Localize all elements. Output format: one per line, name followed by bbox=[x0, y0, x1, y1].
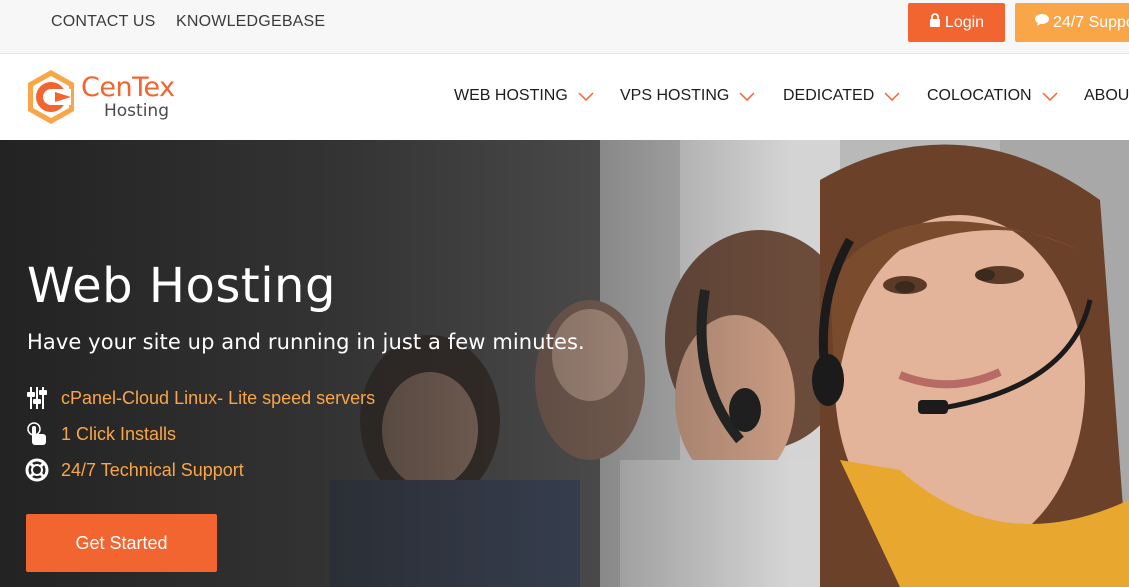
nav-label: ABOUT bbox=[1084, 87, 1129, 104]
hero-subtitle: Have your site up and running in just a … bbox=[27, 330, 585, 354]
feature-list: cPanel-Cloud Linux- Lite speed servers 1… bbox=[24, 380, 375, 488]
nav-label: VPS HOSTING bbox=[620, 87, 730, 104]
logo[interactable]: CenTex Hosting bbox=[25, 68, 195, 128]
login-label: Login bbox=[944, 13, 985, 31]
nav-item-about[interactable]: ABOUT bbox=[1084, 87, 1129, 105]
nav-label: COLOCATION bbox=[927, 87, 1032, 104]
login-button[interactable]: Login bbox=[908, 3, 1005, 42]
sliders-icon bbox=[24, 386, 49, 411]
nav-label: WEB HOSTING bbox=[454, 87, 568, 104]
knowledgebase-link[interactable]: KNOWLEDGEBASE bbox=[176, 13, 325, 31]
top-bar: CONTACT US KNOWLEDGEBASE Login 24/7 Supp… bbox=[0, 0, 1129, 54]
feature-text: 1 Click Installs bbox=[61, 423, 177, 444]
logo-name: CenTex bbox=[81, 72, 175, 103]
feature-text: cPanel-Cloud Linux- Lite speed servers bbox=[61, 387, 376, 408]
hand-pointer-icon bbox=[24, 422, 49, 447]
support-button[interactable]: 24/7 Support bbox=[1015, 3, 1129, 42]
feature-item: 24/7 Technical Support bbox=[24, 452, 375, 488]
logo-subname: Hosting bbox=[104, 101, 169, 121]
get-started-button[interactable]: Get Started bbox=[26, 514, 217, 572]
nav-item-web-hosting[interactable]: WEB HOSTING bbox=[454, 87, 594, 105]
feature-item: cPanel-Cloud Linux- Lite speed servers bbox=[24, 380, 375, 416]
life-ring-icon bbox=[24, 458, 49, 483]
hero-title: Web Hosting bbox=[27, 258, 336, 314]
hero-banner: Web Hosting Have your site up and runnin… bbox=[0, 140, 1129, 587]
chevron-down-icon bbox=[739, 91, 755, 101]
nav-item-dedicated[interactable]: DEDICATED bbox=[783, 87, 900, 105]
chevron-down-icon bbox=[1042, 91, 1058, 101]
chevron-down-icon bbox=[578, 91, 594, 101]
logo-mark-icon bbox=[28, 70, 74, 124]
nav-item-colocation[interactable]: COLOCATION bbox=[927, 87, 1058, 105]
feature-text: 24/7 Technical Support bbox=[61, 459, 244, 480]
chevron-down-icon bbox=[884, 91, 900, 101]
nav-item-vps-hosting[interactable]: VPS HOSTING bbox=[620, 87, 755, 105]
support-label: 24/7 Support bbox=[1053, 13, 1129, 31]
contact-us-link[interactable]: CONTACT US bbox=[51, 13, 156, 31]
main-nav: CenTex Hosting WEB HOSTING VPS HOSTING D… bbox=[0, 54, 1129, 140]
lock-icon bbox=[929, 13, 941, 32]
chat-icon bbox=[1035, 13, 1051, 32]
feature-item: 1 Click Installs bbox=[24, 416, 375, 452]
nav-label: DEDICATED bbox=[783, 87, 875, 104]
